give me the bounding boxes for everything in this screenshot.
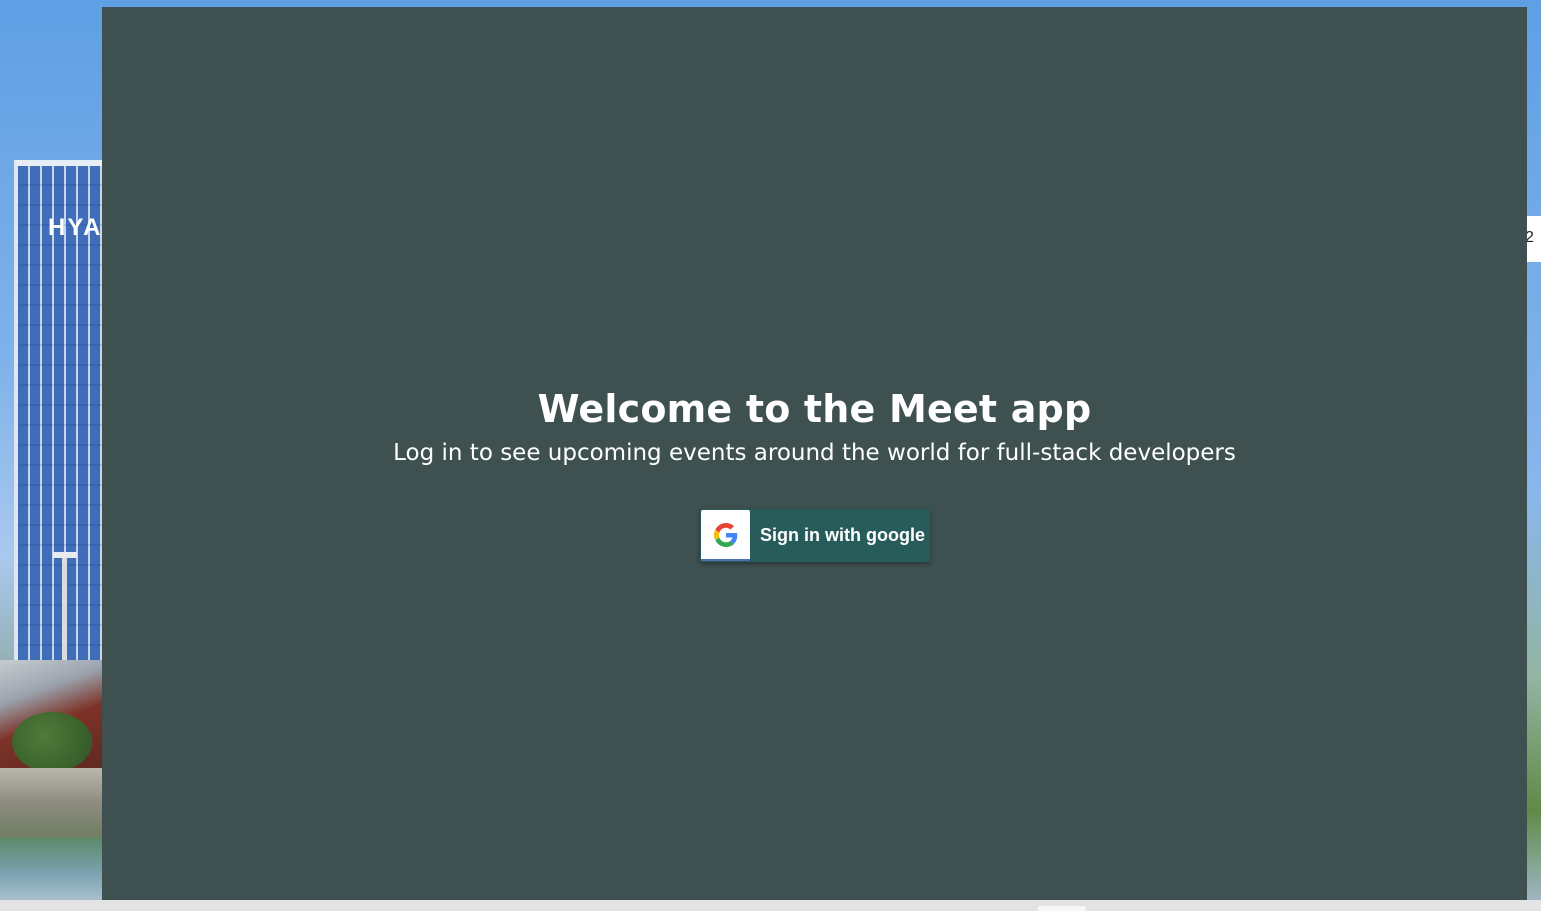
hidden-input-edge[interactable]: 2 — [1527, 216, 1541, 262]
hotel-sign: HYA — [48, 214, 103, 241]
scrollbar-thumb[interactable] — [1038, 906, 1086, 911]
google-sign-in-button[interactable]: Sign in with google — [700, 509, 930, 562]
google-sign-in-label: Sign in with google — [760, 525, 925, 545]
horizontal-scrollbar[interactable] — [0, 900, 1541, 911]
water — [0, 838, 104, 900]
login-page: HYA 2 Welcome to the Meet app Log in to … — [0, 0, 1541, 911]
light-pole-head — [53, 552, 77, 558]
background-right-edge — [1527, 0, 1541, 900]
hidden-input-value: 2 — [1527, 229, 1534, 246]
login-overlay: Welcome to the Meet app Log in to see up… — [102, 7, 1527, 900]
welcome-title: Welcome to the Meet app — [537, 387, 1092, 431]
welcome-subtitle: Log in to see upcoming events around the… — [393, 440, 1236, 466]
quay — [0, 768, 104, 838]
google-g-icon — [701, 510, 750, 561]
tree — [12, 712, 92, 772]
welcome-section: Welcome to the Meet app Log in to see up… — [102, 383, 1527, 471]
